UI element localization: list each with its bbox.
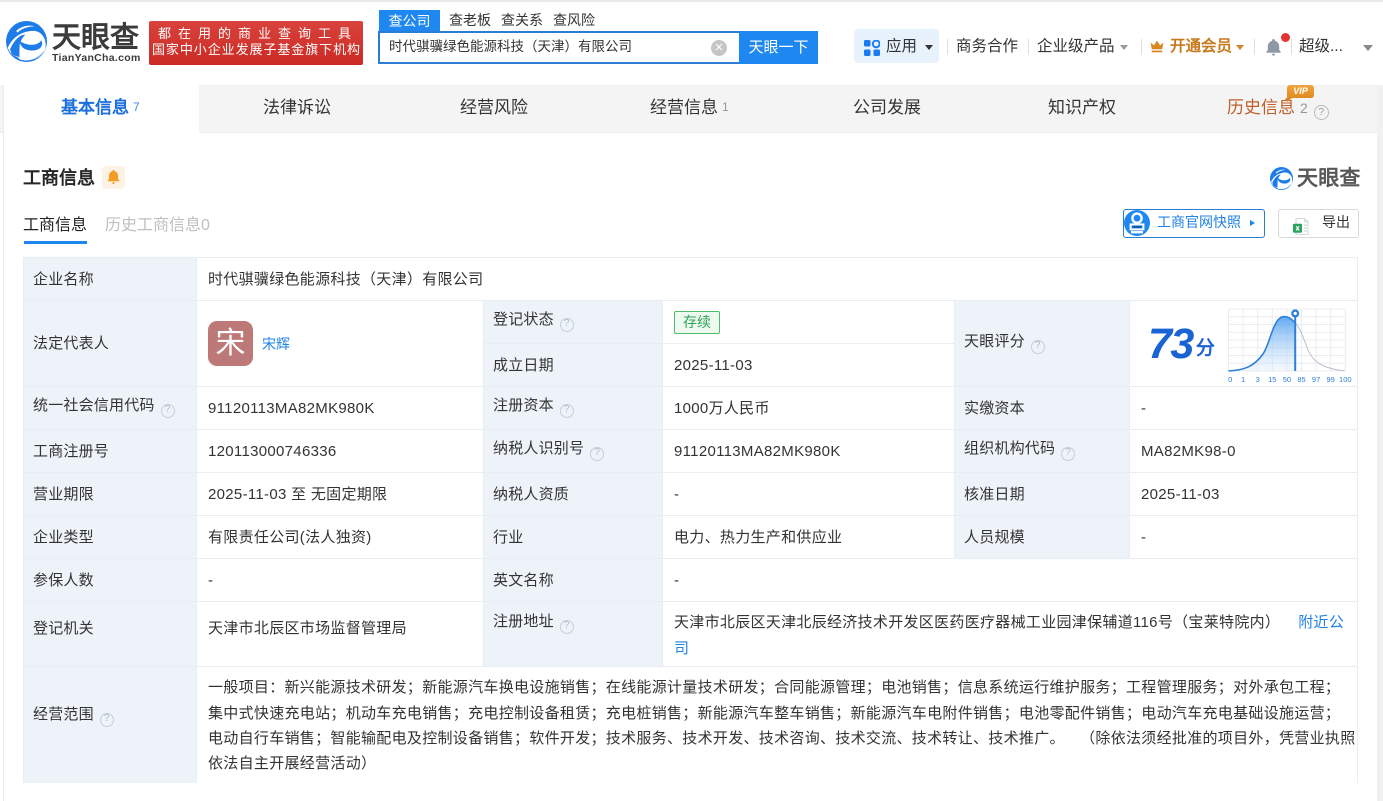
svg-text:15: 15 (1268, 375, 1276, 384)
svg-text:99: 99 (1327, 375, 1335, 384)
svg-text:85: 85 (1297, 375, 1305, 384)
svg-text:50: 50 (1283, 375, 1291, 384)
svg-text:0: 0 (1228, 375, 1232, 384)
svg-text:97: 97 (1312, 375, 1320, 384)
svg-text:1: 1 (1241, 375, 1245, 384)
svg-text:3: 3 (1256, 375, 1260, 384)
svg-text:100: 100 (1339, 375, 1352, 384)
